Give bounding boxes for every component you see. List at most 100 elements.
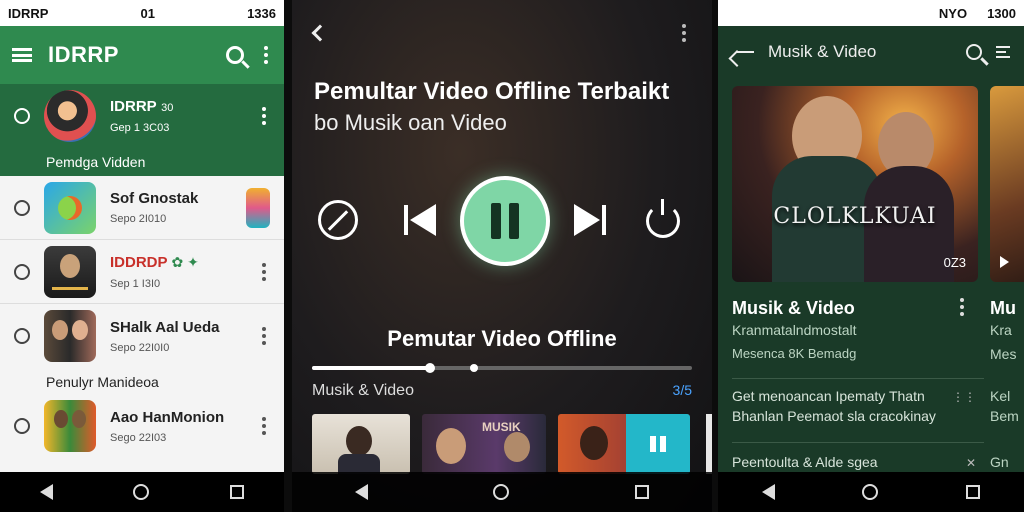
item-title: SHalk Aal Ueda (110, 318, 220, 336)
card-subtitle: Kranmatalndmostalt (732, 322, 857, 338)
more-icon[interactable] (260, 46, 272, 64)
item-title: Aao HanMonion (110, 408, 225, 426)
section-row: Musik & Video 3/5 (312, 382, 692, 400)
previous-button[interactable] (404, 204, 436, 236)
drag-handle-icon[interactable]: ⋮⋮ (952, 390, 976, 404)
back-icon[interactable] (354, 484, 368, 500)
featured-video-card[interactable]: CLOLKLKUAI 0Z3 (732, 86, 978, 282)
item-subtitle: Gep 1 3C03 (110, 122, 170, 134)
list-item[interactable]: Sof Gnostak Sepo 2I010 (0, 176, 284, 240)
recents-icon[interactable] (635, 485, 650, 499)
item-title: IDDRDP (110, 253, 168, 271)
buffer-marker (469, 364, 478, 372)
disable-icon[interactable] (318, 200, 358, 240)
status-bar: NYO 1300 (718, 0, 1024, 26)
video-thumbnail (44, 245, 96, 298)
item-more-icon[interactable] (258, 262, 270, 281)
select-radio[interactable] (14, 263, 30, 280)
select-radio[interactable] (14, 108, 30, 124)
search-icon[interactable] (966, 44, 982, 60)
back-icon[interactable] (40, 484, 54, 500)
list-item-top[interactable]: IDRRP 30 Gep 1 3C03 (0, 84, 284, 148)
video-thumbnail (44, 310, 96, 362)
app-title: IDRRP (48, 42, 119, 67)
menu-icon[interactable] (12, 48, 32, 62)
select-radio[interactable] (14, 328, 30, 344)
power-icon[interactable] (646, 199, 680, 238)
play-icon (1000, 256, 1009, 268)
video-duration: 0Z3 (943, 255, 966, 270)
home-icon[interactable] (493, 484, 510, 500)
search-icon[interactable] (226, 46, 244, 64)
list-item[interactable]: Get menoancan Ipematy Thatn Bhanlan Peem… (732, 386, 984, 426)
status-time: 1336 (247, 5, 276, 21)
video-tile[interactable] (558, 414, 690, 474)
list-item-subtitle: Bhanlan Peemaot sla cracokinay (732, 408, 936, 424)
next-card-meta: Mes (990, 346, 1017, 362)
card-title: Musik & Video (732, 298, 855, 318)
section-header: Penulyr Manideoa (46, 374, 159, 390)
recents-icon[interactable] (966, 485, 981, 499)
list-item[interactable]: IDDRDP ✿ ✦ Sep 1 I3I0 (0, 240, 284, 304)
divider (732, 378, 984, 379)
back-chevron-icon[interactable] (311, 24, 329, 42)
status-bar: IDRRP 01 1336 (0, 0, 284, 26)
progress-fill (312, 366, 430, 370)
item-more-icon[interactable] (258, 417, 270, 435)
video-tiles: MUSIK (312, 414, 690, 474)
next-video-card[interactable] (990, 86, 1024, 282)
screenshot-collage: IDRRP 01 1336 IDRRP IDRRP 30 Gep 1 3C03 … (0, 0, 1024, 512)
select-radio[interactable] (14, 418, 30, 434)
home-icon[interactable] (862, 484, 879, 500)
recents-icon[interactable] (229, 485, 244, 499)
phone-screen-player: Pemultar Video Offline Terbaikt bo Musik… (292, 0, 712, 512)
list-item[interactable]: SHalk Aal Ueda Sepo 22I0I0 (0, 304, 284, 368)
more-icon[interactable] (678, 24, 690, 42)
select-radio[interactable] (14, 199, 30, 216)
close-icon[interactable]: ✕ (966, 456, 976, 470)
tile-pause-button[interactable] (626, 414, 690, 474)
divider (732, 442, 984, 443)
item-subtitle: Sepo 2I010 (110, 213, 167, 225)
section-count: 3/5 (672, 382, 692, 398)
now-playing-title: Pemutar Video Offline (387, 326, 617, 351)
back-icon[interactable] (761, 484, 775, 500)
next-list-item: Gn (990, 454, 1009, 470)
home-icon[interactable] (133, 484, 150, 500)
card-more-icon[interactable] (956, 298, 968, 316)
badge-icons: ✿ ✦ (171, 253, 199, 270)
status-app-name: IDRRP (8, 5, 49, 21)
list-item[interactable]: Aao HanMonion Sego 22I03 (0, 394, 284, 458)
list-item[interactable]: Peentoulta & Alde sgea (732, 452, 984, 472)
app-bar: Musik & Video (718, 26, 1024, 78)
item-badge: 30 (161, 102, 174, 114)
section-title: Musik & Video (312, 382, 414, 399)
phone-screen-gallery: NYO 1300 Musik & Video CLOLKLKUAI 0Z3 Mu… (718, 0, 1024, 512)
app-icon (246, 187, 270, 228)
status-indicator: 01 (140, 5, 155, 21)
video-tile[interactable] (312, 414, 410, 474)
item-subtitle: Sep 1 I3I0 (110, 277, 161, 290)
back-arrow-icon[interactable] (736, 51, 754, 53)
item-more-icon[interactable] (258, 107, 270, 125)
progress-knob[interactable] (424, 363, 435, 373)
item-subtitle: Sego 22I03 (110, 431, 167, 444)
status-indicator: NYO (938, 5, 968, 21)
next-card-title: Mu (990, 298, 1016, 318)
video-tile[interactable]: MUSIK (422, 414, 546, 474)
playback-controls (292, 172, 712, 268)
player-top-bar (292, 0, 712, 66)
page-subtitle: bo Musik oan Video (314, 110, 507, 135)
section-header: Pemdga Vidden (46, 154, 146, 170)
nav-bar (292, 472, 712, 512)
pause-button[interactable] (460, 176, 550, 266)
progress-bar[interactable] (312, 363, 692, 373)
video-thumbnail (44, 400, 96, 452)
avatar (44, 90, 96, 142)
card-overlay-title: CLOLKLKUAI (773, 204, 937, 229)
item-title: Sof Gnostak (110, 190, 199, 207)
next-button[interactable] (574, 204, 606, 236)
item-more-icon[interactable] (258, 327, 270, 345)
nav-bar (718, 472, 1024, 512)
filter-icon[interactable] (996, 46, 1010, 58)
